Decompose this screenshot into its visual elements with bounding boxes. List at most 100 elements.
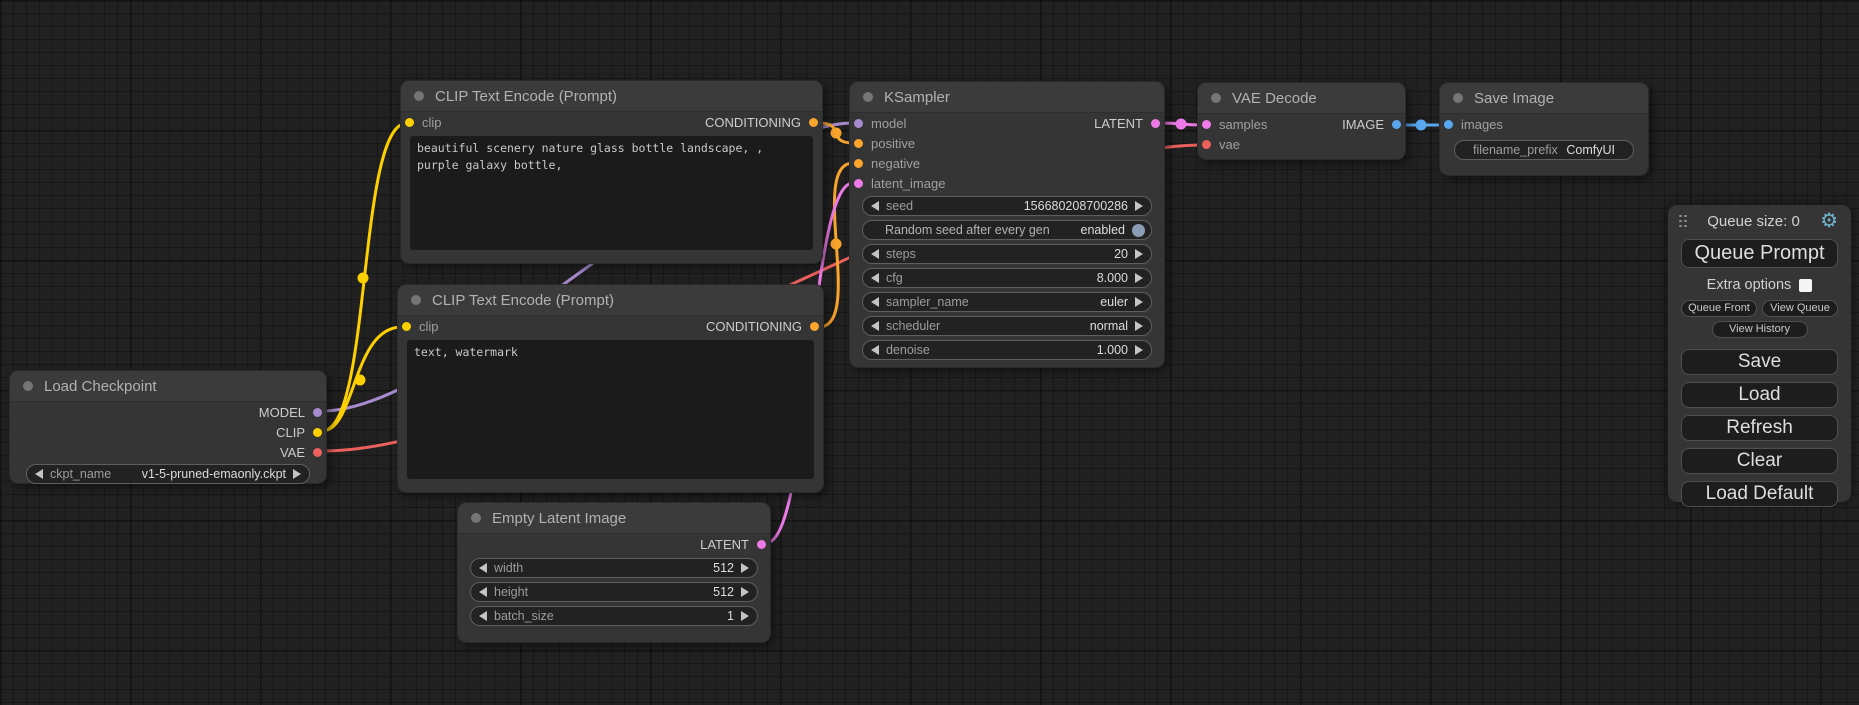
input-slot-clip[interactable] (405, 118, 414, 127)
widget-cfg[interactable]: cfg 8.000 (862, 268, 1152, 288)
extra-options-checkbox[interactable] (1799, 279, 1812, 292)
widget-height[interactable]: height 512 (470, 582, 758, 602)
prev-arrow-icon[interactable] (871, 321, 879, 331)
decrement-arrow-icon[interactable] (871, 273, 879, 283)
save-button[interactable]: Save (1681, 349, 1838, 375)
prev-arrow-icon[interactable] (35, 469, 43, 479)
prev-arrow-icon[interactable] (871, 297, 879, 307)
input-slot-clip[interactable] (402, 322, 411, 331)
widget-sampler-name[interactable]: sampler_name euler (862, 292, 1152, 312)
input-slot-model[interactable] (854, 119, 863, 128)
output-slot-latent[interactable] (757, 540, 766, 549)
input-slot-latent-image[interactable] (854, 179, 863, 188)
widget-random-seed-toggle[interactable]: Random seed after every gen enabled (862, 220, 1152, 240)
widget-filename-prefix[interactable]: filename_prefix ComfyUI (1454, 140, 1634, 160)
next-arrow-icon[interactable] (1135, 345, 1143, 355)
link-midpoint-dot (1176, 119, 1187, 130)
node-title-bar[interactable]: KSampler (850, 82, 1164, 113)
node-ksampler[interactable]: KSampler model LATENT positive negative … (850, 82, 1164, 367)
queue-front-button[interactable]: Queue Front (1681, 300, 1757, 317)
widget-batch-size[interactable]: batch_size 1 (470, 606, 758, 626)
link-midpoint-dot (1416, 120, 1427, 131)
output-label-conditioning: CONDITIONING (706, 319, 802, 334)
output-slot-conditioning[interactable] (809, 118, 818, 127)
node-load-checkpoint[interactable]: Load Checkpoint MODEL CLIP VAE ckpt_name… (10, 371, 326, 483)
input-slot-negative[interactable] (854, 159, 863, 168)
queue-menu-panel[interactable]: Queue size: 0 ⚙ Queue Prompt Extra optio… (1668, 205, 1851, 502)
widget-value: v1-5-pruned-emaonly.ckpt (142, 467, 286, 481)
node-save-image[interactable]: Save Image images filename_prefix ComfyU… (1440, 83, 1648, 175)
view-history-button[interactable]: View History (1712, 321, 1808, 338)
increment-arrow-icon[interactable] (1135, 273, 1143, 283)
decrement-arrow-icon[interactable] (871, 249, 879, 259)
widget-seed[interactable]: seed 156680208700286 (862, 196, 1152, 216)
decrement-arrow-icon[interactable] (871, 345, 879, 355)
collapse-dot-icon[interactable] (1453, 93, 1463, 103)
node-title-bar[interactable]: Save Image (1440, 83, 1648, 114)
widget-value: 20 (1114, 247, 1128, 261)
output-slot-latent[interactable] (1151, 119, 1160, 128)
output-slot-clip[interactable] (313, 428, 322, 437)
toggle-knob[interactable] (1132, 224, 1145, 237)
node-title-bar[interactable]: Load Checkpoint (10, 371, 326, 402)
view-queue-button[interactable]: View Queue (1762, 300, 1838, 317)
drag-handle[interactable] (1679, 215, 1687, 228)
increment-arrow-icon[interactable] (1135, 249, 1143, 259)
node-title: CLIP Text Encode (Prompt) (432, 292, 614, 309)
collapse-dot-icon[interactable] (23, 381, 33, 391)
settings-gear-icon[interactable]: ⚙ (1820, 211, 1838, 231)
load-button[interactable]: Load (1681, 382, 1838, 408)
decrement-arrow-icon[interactable] (479, 587, 487, 597)
prompt-textarea[interactable]: beautiful scenery nature glass bottle la… (410, 136, 813, 250)
node-title-bar[interactable]: Empty Latent Image (458, 503, 770, 534)
output-slot-vae[interactable] (313, 448, 322, 457)
next-arrow-icon[interactable] (1135, 321, 1143, 331)
increment-arrow-icon[interactable] (741, 587, 749, 597)
input-slot-positive[interactable] (854, 139, 863, 148)
load-default-button[interactable]: Load Default (1681, 481, 1838, 507)
decrement-arrow-icon[interactable] (871, 201, 879, 211)
output-slot-model[interactable] (313, 408, 322, 417)
link-midpoint-dot (355, 375, 366, 386)
refresh-button[interactable]: Refresh (1681, 415, 1838, 441)
widget-scheduler[interactable]: scheduler normal (862, 316, 1152, 336)
prompt-textarea[interactable]: text, watermark (407, 340, 814, 479)
collapse-dot-icon[interactable] (863, 92, 873, 102)
node-title-bar[interactable]: CLIP Text Encode (Prompt) (398, 285, 823, 316)
clear-button[interactable]: Clear (1681, 448, 1838, 474)
output-label-clip: CLIP (276, 425, 305, 440)
next-arrow-icon[interactable] (293, 469, 301, 479)
node-title-bar[interactable]: CLIP Text Encode (Prompt) (401, 81, 822, 112)
node-clip-text-encode-positive[interactable]: CLIP Text Encode (Prompt) clip CONDITION… (401, 81, 822, 263)
widget-ckpt-name[interactable]: ckpt_name v1-5-pruned-emaonly.ckpt (26, 464, 310, 484)
widget-steps[interactable]: steps 20 (862, 244, 1152, 264)
node-clip-text-encode-negative[interactable]: CLIP Text Encode (Prompt) clip CONDITION… (398, 285, 823, 492)
output-slot-conditioning[interactable] (810, 322, 819, 331)
input-slot-samples[interactable] (1202, 120, 1211, 129)
input-label-model: model (871, 116, 906, 131)
widget-value: enabled (1081, 223, 1126, 237)
decrement-arrow-icon[interactable] (479, 611, 487, 621)
input-slot-images[interactable] (1444, 120, 1453, 129)
node-empty-latent-image[interactable]: Empty Latent Image LATENT width 512 heig… (458, 503, 770, 642)
next-arrow-icon[interactable] (1135, 297, 1143, 307)
widget-label: width (494, 561, 523, 575)
increment-arrow-icon[interactable] (741, 563, 749, 573)
node-title: Load Checkpoint (44, 378, 157, 395)
increment-arrow-icon[interactable] (741, 611, 749, 621)
widget-width[interactable]: width 512 (470, 558, 758, 578)
node-graph-canvas[interactable]: Load Checkpoint MODEL CLIP VAE ckpt_name… (0, 0, 1859, 705)
output-slot-image[interactable] (1392, 120, 1401, 129)
node-title-bar[interactable]: VAE Decode (1198, 83, 1405, 114)
widget-value: euler (1100, 295, 1128, 309)
collapse-dot-icon[interactable] (1211, 93, 1221, 103)
decrement-arrow-icon[interactable] (479, 563, 487, 573)
increment-arrow-icon[interactable] (1135, 201, 1143, 211)
collapse-dot-icon[interactable] (411, 295, 421, 305)
input-slot-vae[interactable] (1202, 140, 1211, 149)
node-vae-decode[interactable]: VAE Decode samples IMAGE vae (1198, 83, 1405, 159)
queue-prompt-button[interactable]: Queue Prompt (1681, 239, 1838, 268)
collapse-dot-icon[interactable] (471, 513, 481, 523)
widget-denoise[interactable]: denoise 1.000 (862, 340, 1152, 360)
collapse-dot-icon[interactable] (414, 91, 424, 101)
